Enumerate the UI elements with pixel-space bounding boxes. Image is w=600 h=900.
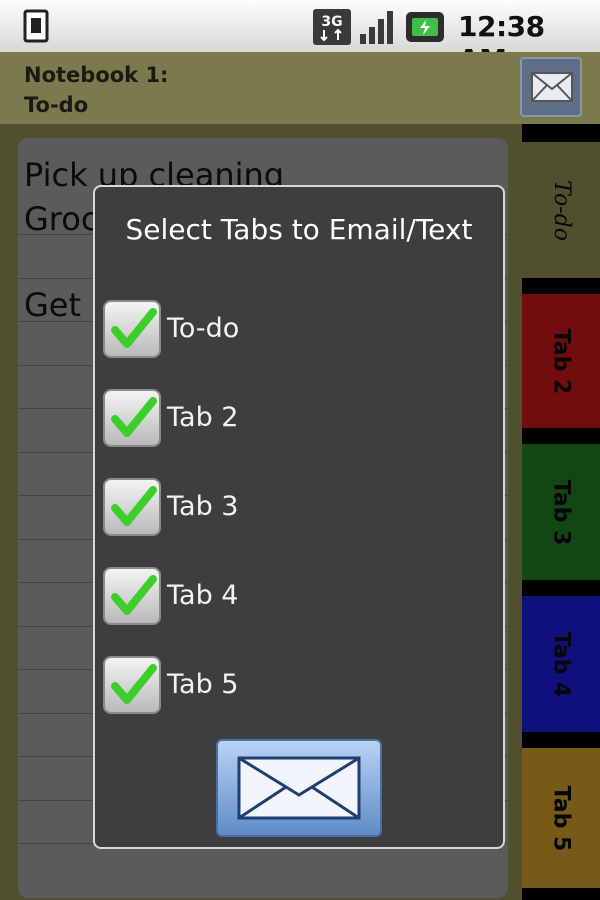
option-label: Tab 4 [167, 580, 239, 611]
option-tab-4[interactable]: Tab 4 [103, 567, 493, 629]
option-label: Tab 2 [167, 402, 239, 433]
option-label: To-do [167, 313, 240, 344]
battery-icon [404, 8, 448, 46]
option-label: Tab 5 [167, 669, 239, 700]
checkbox-todo[interactable] [103, 300, 161, 358]
checkbox-tab-4[interactable] [103, 567, 161, 625]
status-bar: 3G 12:38 AM [0, 0, 600, 76]
option-tab-3[interactable]: Tab 3 [103, 478, 493, 540]
checkbox-tab-3[interactable] [103, 478, 161, 536]
envelope-icon [531, 72, 573, 102]
option-label: Tab 3 [167, 491, 239, 522]
app-header: Notebook 1: To-do [0, 52, 600, 124]
select-tabs-dialog: Select Tabs to Email/Text To-do Tab 2 Ta… [93, 185, 505, 849]
notebook-name: Notebook 1: [24, 63, 169, 87]
send-email-button[interactable] [216, 739, 382, 837]
current-tab-name: To-do [24, 93, 89, 117]
sim-card-icon [22, 9, 54, 43]
option-todo[interactable]: To-do [103, 300, 493, 362]
checkmark-icon [111, 486, 157, 526]
checkmark-icon [111, 575, 157, 615]
signal-strength-icon [358, 8, 398, 46]
checkbox-tab-5[interactable] [103, 656, 161, 714]
checkmark-icon [111, 397, 157, 437]
option-tab-5[interactable]: Tab 5 [103, 656, 493, 718]
dialog-title: Select Tabs to Email/Text [125, 213, 473, 246]
checkmark-icon [111, 664, 157, 704]
network-type-label: 3G [321, 14, 342, 30]
option-tab-2[interactable]: Tab 2 [103, 389, 493, 451]
email-button[interactable] [520, 57, 582, 117]
page-title: Notebook 1: To-do [24, 60, 168, 120]
envelope-icon [237, 756, 361, 820]
checkbox-tab-2[interactable] [103, 389, 161, 447]
network-3g-icon: 3G [312, 8, 352, 46]
checkmark-icon [111, 308, 157, 348]
